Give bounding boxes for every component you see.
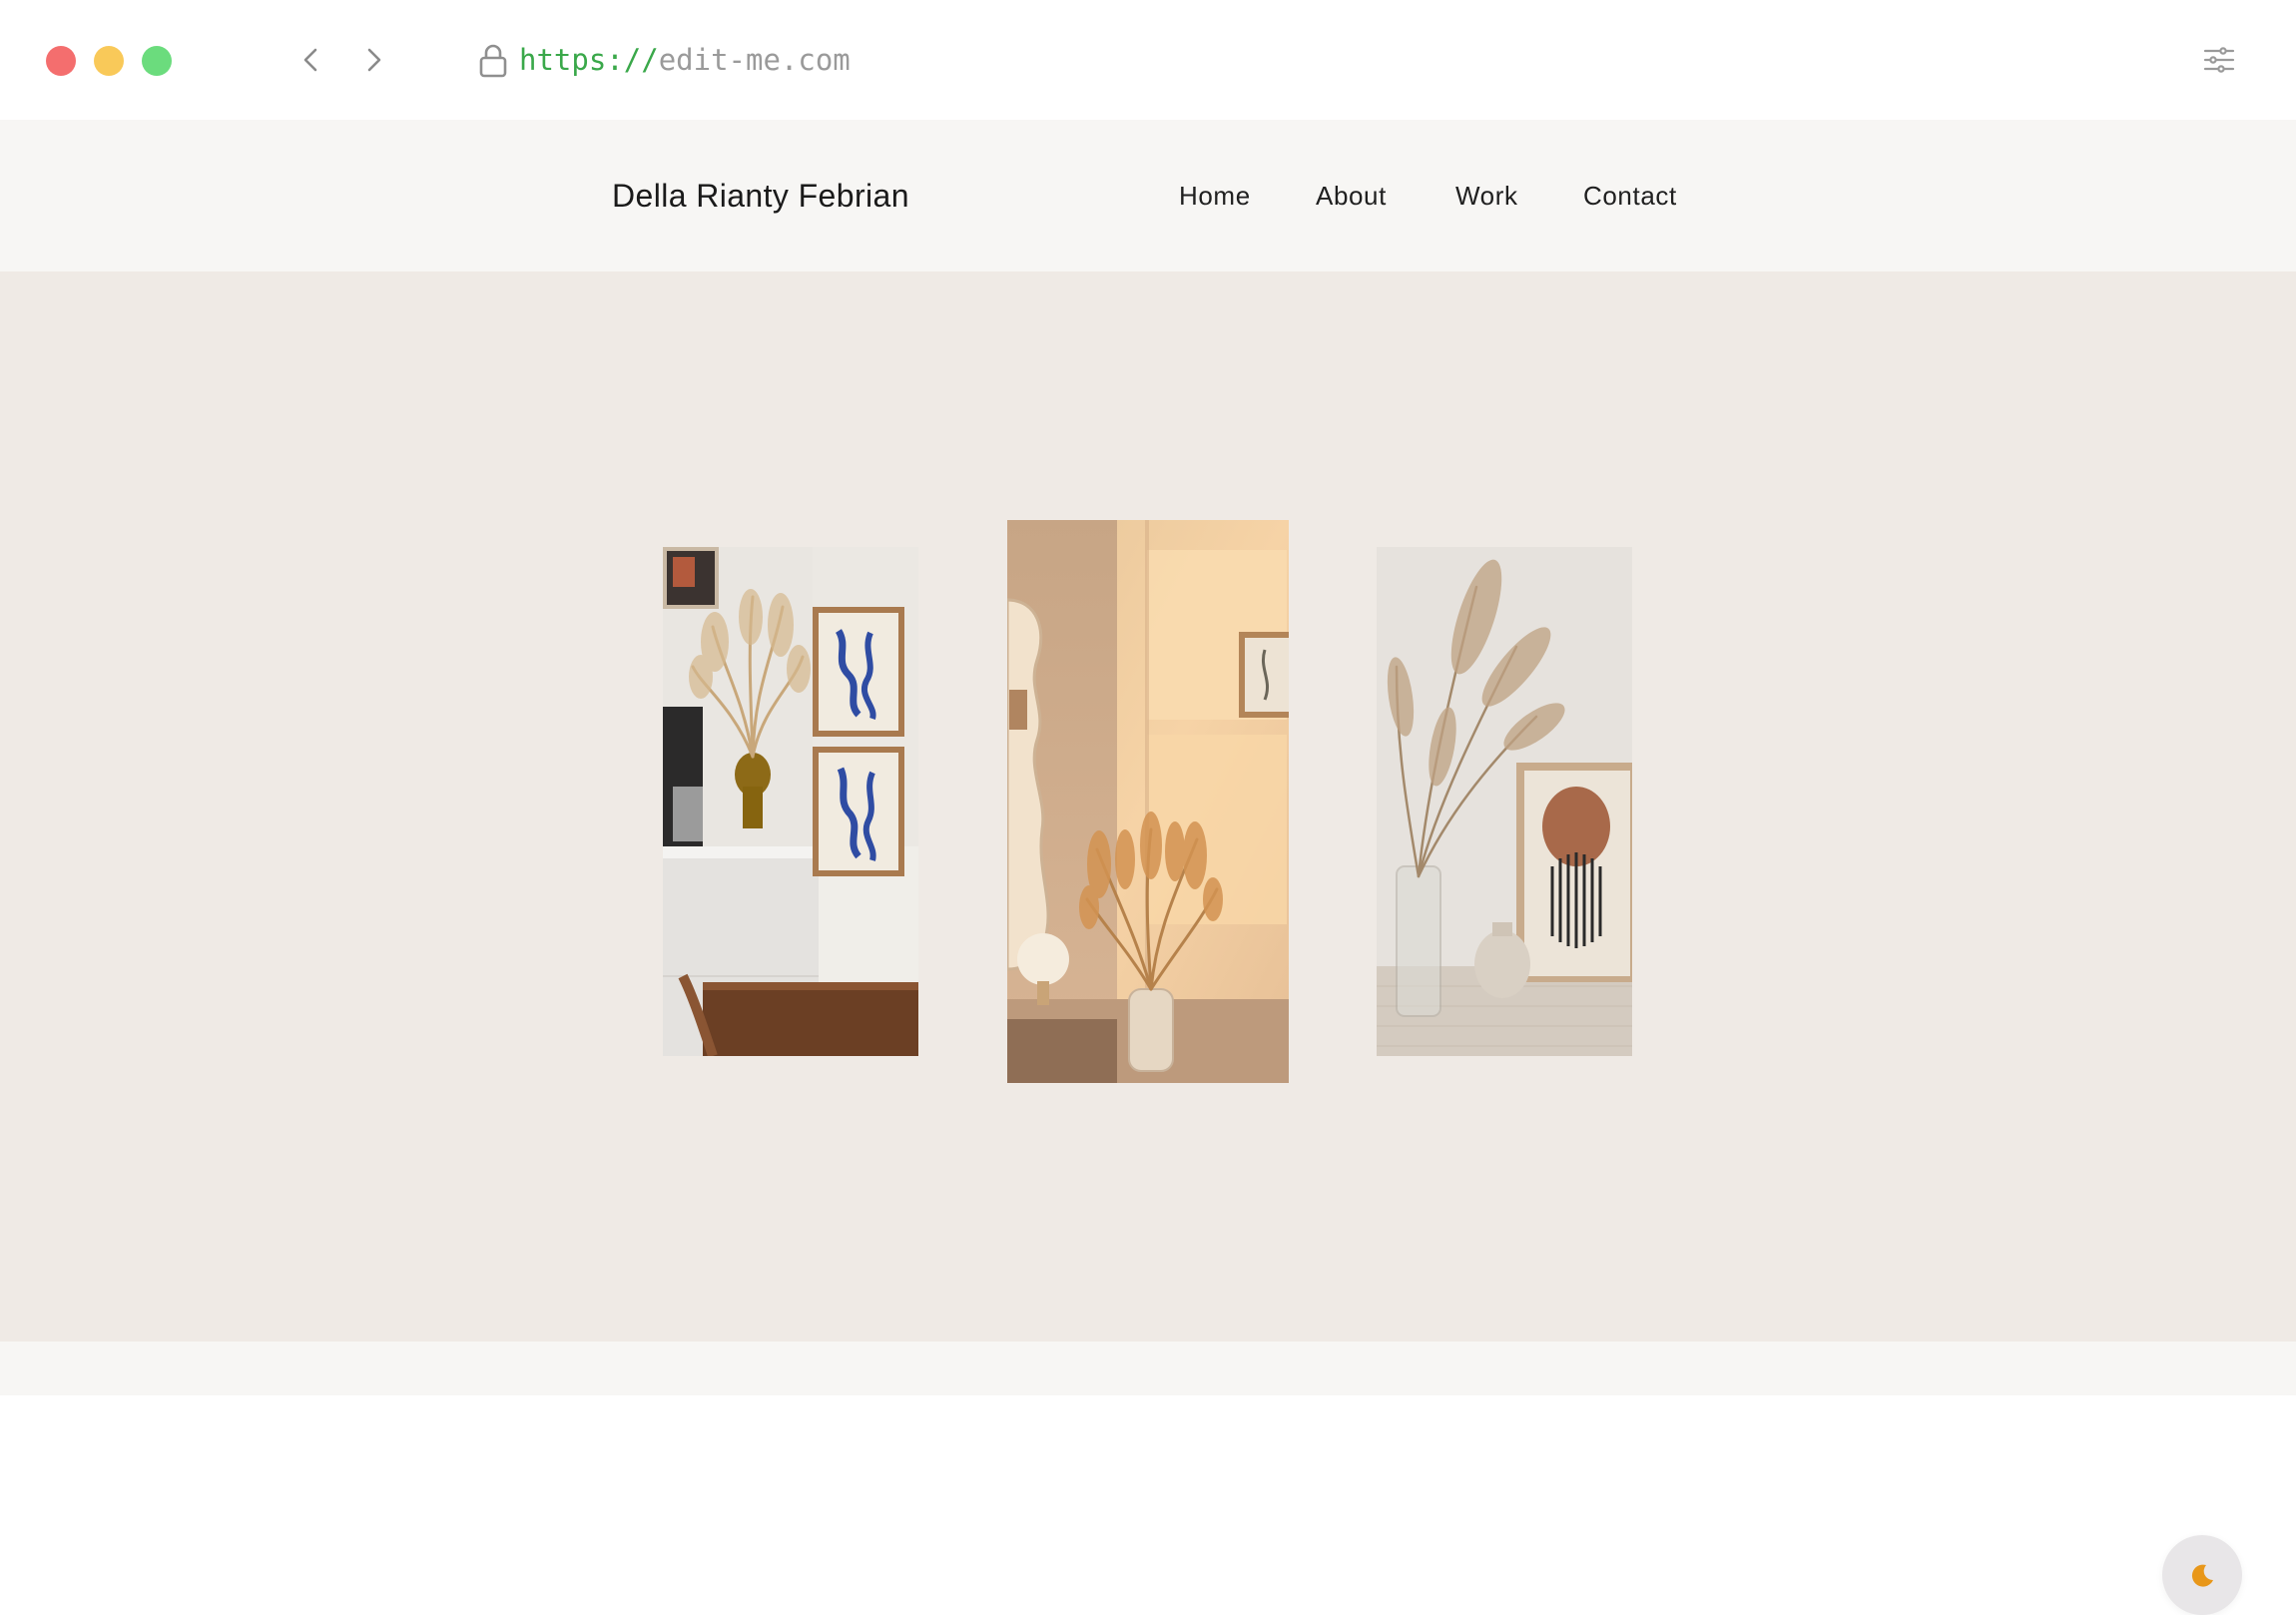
hero-photo-abstract-print [1377, 547, 1632, 1056]
theme-toggle-button[interactable] [2162, 1535, 2242, 1615]
url-host: edit-me.com [658, 43, 851, 77]
browser-toolbar: https://edit-me.com [0, 0, 2296, 120]
forward-button[interactable] [353, 40, 393, 80]
address-bar[interactable]: https://edit-me.com [519, 40, 851, 80]
url-scheme: https:// [519, 43, 659, 77]
nav-about[interactable]: About [1316, 176, 1387, 216]
nav-home[interactable]: Home [1179, 176, 1251, 216]
nav-work[interactable]: Work [1455, 176, 1518, 216]
site-header: Della Rianty Febrian Home About Work Con… [0, 120, 2296, 271]
nav-contact[interactable]: Contact [1583, 176, 1677, 216]
hero-section [0, 271, 2296, 1615]
sliders-icon[interactable] [2202, 44, 2236, 76]
chevron-left-icon [303, 48, 317, 72]
hero-photo-interior-prints [663, 547, 918, 1056]
page-footer-strip [0, 1342, 2296, 1395]
hero-photo-sunlit-corner [1007, 520, 1289, 1083]
moon-icon [2191, 1564, 2213, 1587]
window-close-button[interactable] [46, 46, 76, 76]
window-maximize-button[interactable] [142, 46, 172, 76]
back-button[interactable] [291, 40, 331, 80]
site-brand[interactable]: Della Rianty Febrian [612, 174, 909, 218]
lock-icon [477, 43, 509, 79]
window-minimize-button[interactable] [94, 46, 124, 76]
chevron-right-icon [367, 48, 381, 72]
